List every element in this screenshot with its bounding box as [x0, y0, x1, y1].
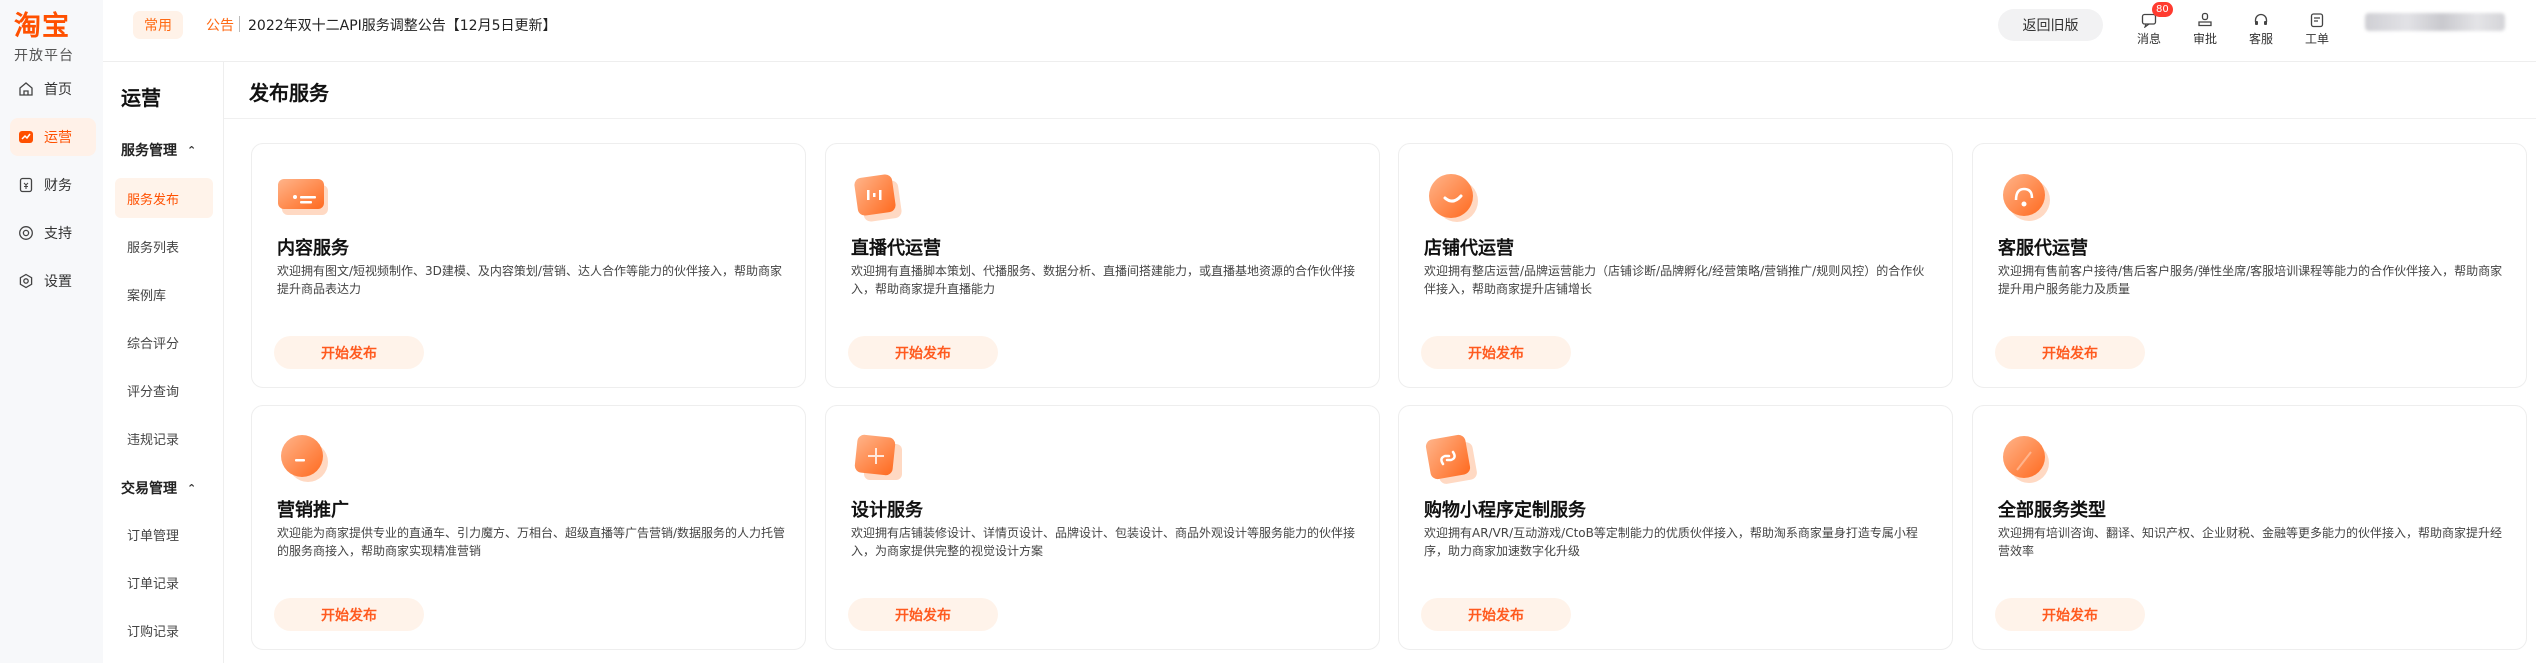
notice-label: 公告 — [206, 18, 234, 34]
sidebar-item-order-records[interactable]: 订单记录 — [115, 562, 213, 602]
sidebar-title: 运营 — [121, 86, 161, 110]
title-divider — [224, 118, 2536, 119]
sidebar-item-publish-service[interactable]: 服务发布 — [115, 178, 213, 218]
content-service-icon — [276, 168, 336, 228]
support-icon — [16, 223, 36, 243]
rail-item-label: 设置 — [44, 274, 72, 290]
store-operation-icon — [1423, 168, 1483, 228]
rail-item-label: 支持 — [44, 226, 72, 242]
rail-item-settings[interactable]: 设置 — [10, 262, 96, 300]
service-card-miniapp: 购物小程序定制服务 欢迎拥有AR/VR/互动游戏/CtoB等定制能力的优质伙伴接… — [1398, 405, 1953, 650]
card-title: 直播代运营 — [851, 238, 941, 259]
return-old-version-button[interactable]: 返回旧版 — [1998, 9, 2103, 41]
start-publish-button[interactable]: 开始发布 — [848, 336, 998, 369]
approval-button[interactable]: 审批 — [2185, 6, 2225, 47]
service-card-all-services: 全部服务类型 欢迎拥有培训咨询、翻译、知识产权、企业财税、金融等更多能力的伙伴接… — [1972, 405, 2527, 650]
page-title: 发布服务 — [249, 81, 329, 105]
message-count-badge: 80 — [2152, 2, 2173, 17]
card-title: 全部服务类型 — [1998, 500, 2106, 521]
rail-item-label: 财务 — [44, 178, 72, 194]
service-card-marketing: 营销推广 欢迎能为商家提供专业的直通车、引力魔方、万相台、超级直播等广告营销/数… — [251, 405, 806, 650]
tool-label: 消息 — [2136, 32, 2161, 46]
sidebar-group-label: 服务管理 — [121, 143, 177, 159]
ticket-button[interactable]: 工单 — [2297, 6, 2337, 47]
card-title: 内容服务 — [277, 238, 349, 259]
all-services-icon — [1997, 430, 2057, 490]
card-description: 欢迎拥有直播脚本策划、代播服务、数据分析、直播间搭建能力，或直播基地资源的合作伙… — [851, 264, 1356, 296]
card-description: 欢迎拥有售前客户接待/售后客户服务/弹性坐席/客服培训课程等能力的合作伙伴接入，… — [1998, 264, 2503, 296]
card-title: 店铺代运营 — [1424, 238, 1514, 259]
card-description: 欢迎拥有整店运营/品牌运营能力（店铺诊断/品牌孵化/经营策略/营销推广/规则风控… — [1424, 264, 1925, 296]
common-chip[interactable]: 常用 — [133, 11, 183, 39]
rail-item-finance[interactable]: 财务 — [10, 166, 96, 204]
start-publish-button[interactable]: 开始发布 — [1995, 598, 2145, 631]
ticket-icon — [2297, 6, 2337, 28]
chevron-up-icon: ⌃ — [187, 481, 197, 495]
card-title: 设计服务 — [851, 500, 923, 521]
sidebar-item-service-list[interactable]: 服务列表 — [115, 226, 213, 266]
sidebar-group-service-management[interactable]: 服务管理 ⌃ — [121, 140, 196, 160]
sidebar-group-label: 交易管理 — [121, 481, 177, 497]
card-description: 欢迎拥有图文/短视频制作、3D建模、及内容策划/营销、达人合作等能力的伙伴接入，… — [277, 264, 782, 296]
notice-divider — [239, 16, 240, 32]
service-card-store-operation: 店铺代运营 欢迎拥有整店运营/品牌运营能力（店铺诊断/品牌孵化/经营策略/营销推… — [1398, 143, 1953, 388]
customer-service-button[interactable]: 客服 — [2241, 6, 2281, 47]
sidebar-item-score-query[interactable]: 评分查询 — [115, 370, 213, 410]
sidebar-item-case-library[interactable]: 案例库 — [115, 274, 213, 314]
rail-item-support[interactable]: 支持 — [10, 214, 96, 252]
sidebar-item-overall-score[interactable]: 综合评分 — [115, 322, 213, 362]
messages-button[interactable]: 80 消息 — [2129, 2, 2173, 47]
start-publish-button[interactable]: 开始发布 — [1421, 598, 1571, 631]
rail-item-home[interactable]: 首页 — [10, 70, 96, 108]
tool-label: 工单 — [2304, 32, 2329, 46]
miniapp-icon — [1423, 430, 1483, 490]
marketing-icon — [276, 430, 336, 490]
service-card-customer-operation: 客服代运营 欢迎拥有售前客户接待/售后客户服务/弹性坐席/客服培训课程等能力的合… — [1972, 143, 2527, 388]
card-description: 欢迎拥有AR/VR/互动游戏/CtoB等定制能力的优质伙伴接入，帮助淘系商家量身… — [1424, 526, 1918, 558]
card-description: 欢迎拥有店铺装修设计、详情页设计、品牌设计、包装设计、商品外观设计等服务能力的伙… — [851, 526, 1356, 558]
design-icon — [850, 430, 910, 490]
card-title: 购物小程序定制服务 — [1424, 500, 1586, 521]
rail-item-label: 运营 — [44, 130, 72, 146]
settings-icon — [16, 271, 36, 291]
primary-nav-rail: 淘宝 开放平台 首页 运营 财务 支持 设置 — [0, 0, 103, 663]
card-description: 欢迎能为商家提供专业的直通车、引力魔方、万相台、超级直播等广告营销/数据服务的人… — [277, 526, 786, 558]
user-account-name[interactable] — [2365, 13, 2505, 31]
main-content: 发布服务 内容服务 欢迎拥有图文/短视频制作、3D建模、及内容策划/营销、达人合… — [224, 62, 2536, 663]
service-card-live-operation: 直播代运营 欢迎拥有直播脚本策划、代播服务、数据分析、直播间搭建能力，或直播基地… — [825, 143, 1380, 388]
live-operation-icon — [850, 168, 910, 228]
sidebar-item-violation-records[interactable]: 违规记录 — [115, 418, 213, 458]
sidebar-group-trade-management[interactable]: 交易管理 ⌃ — [121, 478, 196, 498]
rail-item-label: 首页 — [44, 82, 72, 98]
tool-label: 审批 — [2192, 32, 2217, 46]
start-publish-button[interactable]: 开始发布 — [1995, 336, 2145, 369]
rail-item-operations[interactable]: 运营 — [10, 118, 96, 156]
start-publish-button[interactable]: 开始发布 — [848, 598, 998, 631]
chevron-up-icon: ⌃ — [187, 143, 197, 157]
approval-icon — [2185, 6, 2225, 28]
service-card-content: 内容服务 欢迎拥有图文/短视频制作、3D建模、及内容策划/营销、达人合作等能力的… — [251, 143, 806, 388]
customer-operation-icon — [1997, 168, 2057, 228]
notice-link[interactable]: 2022年双十二API服务调整公告【12月5日更新】 — [248, 15, 557, 35]
card-description: 欢迎拥有培训咨询、翻译、知识产权、企业财税、金融等更多能力的伙伴接入，帮助商家提… — [1998, 526, 2503, 558]
logo-text: 淘宝 — [14, 11, 70, 42]
finance-icon — [16, 175, 36, 195]
card-title: 客服代运营 — [1998, 238, 2088, 259]
start-publish-button[interactable]: 开始发布 — [274, 336, 424, 369]
top-bar: 常用 公告 2022年双十二API服务调整公告【12月5日更新】 返回旧版 80… — [103, 0, 2536, 62]
tool-label: 客服 — [2248, 32, 2273, 46]
card-title: 营销推广 — [277, 500, 349, 521]
logo-subtitle: 开放平台 — [14, 48, 74, 64]
home-icon — [16, 79, 36, 99]
service-card-design: 设计服务 欢迎拥有店铺装修设计、详情页设计、品牌设计、包装设计、商品外观设计等服… — [825, 405, 1380, 650]
taobao-logo[interactable]: 淘宝 开放平台 — [14, 12, 74, 65]
start-publish-button[interactable]: 开始发布 — [274, 598, 424, 631]
sidebar-item-order-management[interactable]: 订单管理 — [115, 514, 213, 554]
operations-icon — [16, 127, 36, 147]
customer-service-icon — [2241, 6, 2281, 28]
start-publish-button[interactable]: 开始发布 — [1421, 336, 1571, 369]
sidebar-item-subscription-records[interactable]: 订购记录 — [115, 610, 213, 650]
secondary-sidebar: 运营 服务管理 ⌃ 服务发布 服务列表 案例库 综合评分 评分查询 违规记录 交… — [103, 0, 224, 663]
